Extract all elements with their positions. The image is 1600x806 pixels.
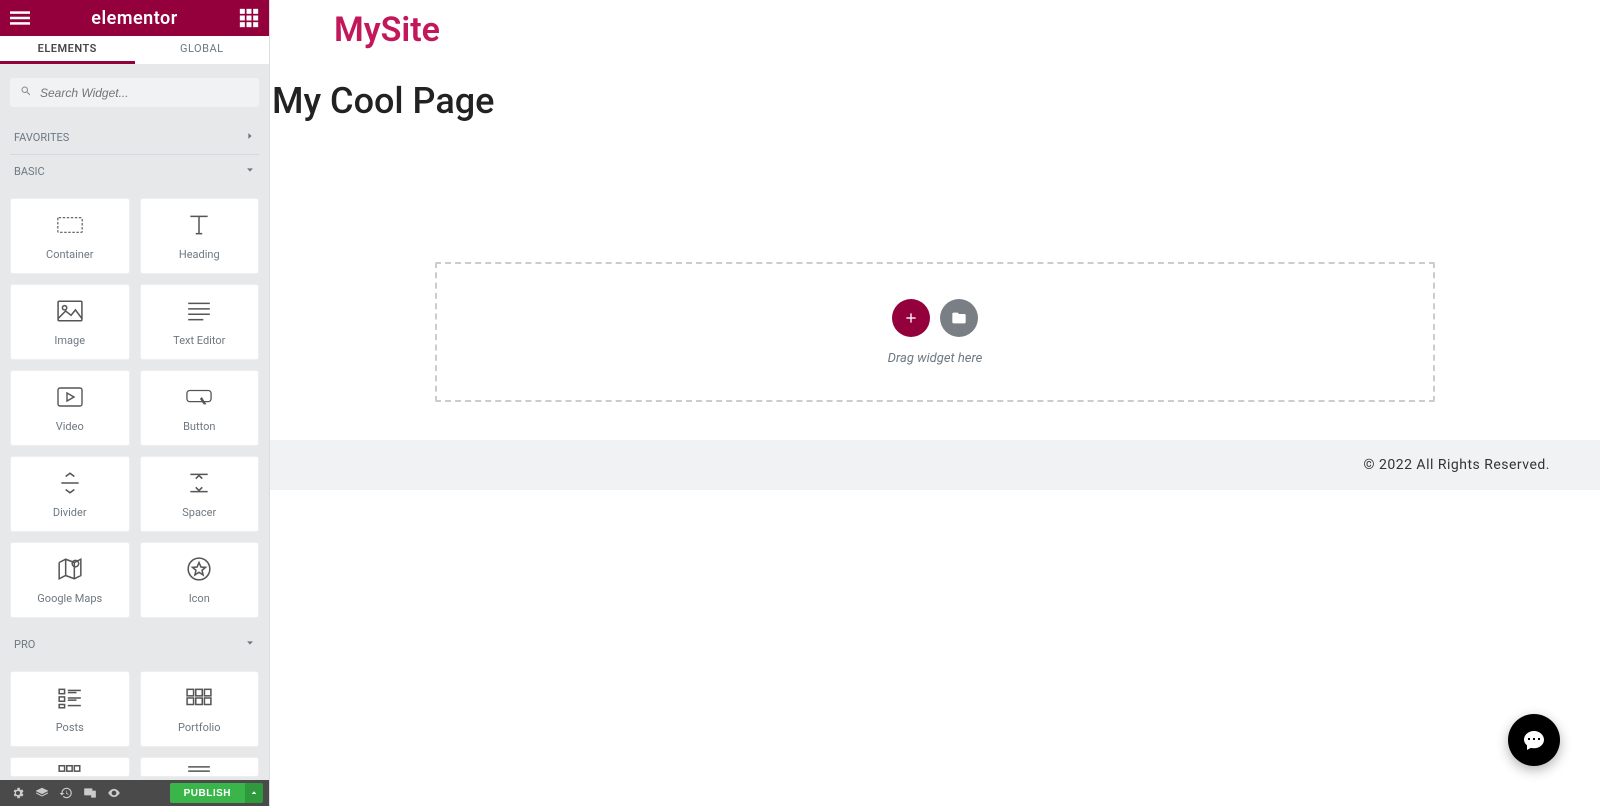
widget-label: Portfolio bbox=[178, 721, 220, 734]
portfolio-icon bbox=[186, 685, 212, 711]
chat-button[interactable] bbox=[1508, 714, 1560, 766]
section-basic[interactable]: BASIC bbox=[0, 155, 269, 188]
widget-label: Spacer bbox=[182, 506, 216, 519]
widget-heading[interactable]: Heading bbox=[140, 198, 260, 274]
page-title: My Cool Page bbox=[270, 50, 1600, 122]
widget-label: Divider bbox=[53, 506, 87, 519]
widget-icon[interactable]: Icon bbox=[140, 542, 260, 618]
menu-icon[interactable] bbox=[10, 8, 30, 28]
map-icon bbox=[57, 556, 83, 582]
search-icon bbox=[20, 85, 32, 100]
widget-portfolio[interactable]: Portfolio bbox=[140, 671, 260, 747]
chevron-down-icon bbox=[245, 165, 255, 178]
section-pro[interactable]: PRO bbox=[0, 628, 269, 661]
publish-dropdown[interactable] bbox=[245, 783, 263, 803]
section-favorites[interactable]: FAVORITES bbox=[0, 121, 269, 154]
placeholder-icon bbox=[186, 757, 212, 777]
widget-googlemaps[interactable]: Google Maps bbox=[10, 542, 130, 618]
heading-icon bbox=[186, 212, 212, 238]
tab-elements[interactable]: ELEMENTS bbox=[0, 36, 135, 64]
tab-global[interactable]: GLOBAL bbox=[135, 36, 270, 64]
panel-grid-icon[interactable] bbox=[239, 8, 259, 28]
sidebar: elementor ELEMENTS GLOBAL FAVORITES BASI… bbox=[0, 0, 270, 806]
canvas[interactable]: MySite My Cool Page Drag widget here © 2… bbox=[270, 0, 1600, 806]
pro-widgets: Posts Portfolio bbox=[0, 661, 269, 780]
widget-label: Container bbox=[46, 248, 93, 261]
spacer-icon bbox=[186, 470, 212, 496]
publish-button[interactable]: PUBLISH bbox=[170, 783, 245, 803]
chevron-down-icon bbox=[245, 638, 255, 651]
widget-label: Google Maps bbox=[37, 592, 102, 605]
container-icon bbox=[57, 212, 83, 238]
image-icon bbox=[57, 298, 83, 324]
dropzone[interactable]: Drag widget here bbox=[435, 262, 1435, 402]
widget-partial-1[interactable] bbox=[10, 757, 130, 777]
sidebar-scroll[interactable]: FAVORITES BASIC Container Heading bbox=[0, 64, 269, 780]
drop-hint: Drag widget here bbox=[888, 351, 983, 366]
widget-label: Video bbox=[56, 420, 84, 433]
sidebar-header: elementor bbox=[0, 0, 269, 36]
template-button[interactable] bbox=[940, 299, 978, 337]
widget-texteditor[interactable]: Text Editor bbox=[140, 284, 260, 360]
widget-divider[interactable]: Divider bbox=[10, 456, 130, 532]
video-icon bbox=[57, 384, 83, 410]
widget-label: Image bbox=[54, 334, 85, 347]
widget-spacer[interactable]: Spacer bbox=[140, 456, 260, 532]
widget-posts[interactable]: Posts bbox=[10, 671, 130, 747]
widget-label: Button bbox=[183, 420, 215, 433]
widget-label: Icon bbox=[189, 592, 210, 605]
star-circle-icon bbox=[186, 556, 212, 582]
page-footer: © 2022 All Rights Reserved. bbox=[270, 440, 1600, 490]
panel-tabs: ELEMENTS GLOBAL bbox=[0, 36, 269, 64]
divider-icon bbox=[57, 470, 83, 496]
preview-icon[interactable] bbox=[102, 781, 126, 805]
placeholder-icon bbox=[57, 757, 83, 777]
widget-label: Text Editor bbox=[173, 334, 225, 347]
section-pro-label: PRO bbox=[14, 638, 35, 651]
widget-button[interactable]: Button bbox=[140, 370, 260, 446]
site-title: MySite bbox=[270, 0, 1600, 50]
responsive-icon[interactable] bbox=[78, 781, 102, 805]
brand-logo: elementor bbox=[91, 8, 177, 29]
section-basic-label: BASIC bbox=[14, 165, 45, 178]
search-input[interactable] bbox=[32, 86, 249, 100]
widget-image[interactable]: Image bbox=[10, 284, 130, 360]
basic-widgets: Container Heading Image Text Editor bbox=[0, 188, 269, 628]
section-favorites-label: FAVORITES bbox=[14, 131, 69, 144]
history-icon[interactable] bbox=[54, 781, 78, 805]
posts-icon bbox=[57, 685, 83, 711]
widget-container[interactable]: Container bbox=[10, 198, 130, 274]
add-section-button[interactable] bbox=[892, 299, 930, 337]
search-box[interactable] bbox=[10, 78, 259, 107]
settings-icon[interactable] bbox=[6, 781, 30, 805]
widget-label: Posts bbox=[56, 721, 84, 734]
widget-video[interactable]: Video bbox=[10, 370, 130, 446]
texteditor-icon bbox=[186, 298, 212, 324]
widget-partial-2[interactable] bbox=[140, 757, 260, 777]
footer-text: © 2022 All Rights Reserved. bbox=[1364, 457, 1550, 473]
button-icon bbox=[186, 384, 212, 410]
chevron-right-icon bbox=[245, 131, 255, 144]
bottom-bar: PUBLISH bbox=[0, 780, 269, 806]
widget-label: Heading bbox=[179, 248, 220, 261]
navigator-icon[interactable] bbox=[30, 781, 54, 805]
